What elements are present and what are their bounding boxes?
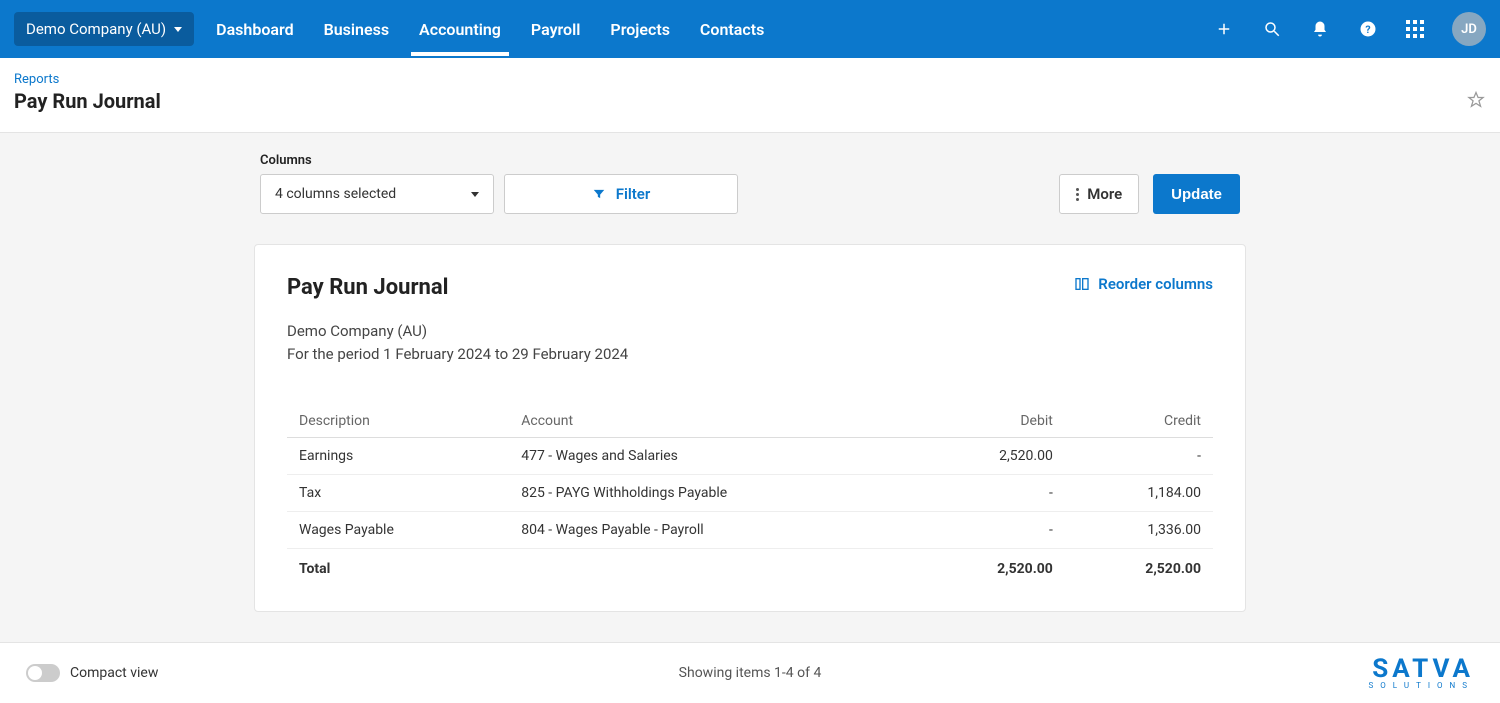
brand-main: SATVA bbox=[1369, 656, 1474, 682]
col-credit: Credit bbox=[1065, 405, 1213, 438]
controls-row: Columns 4 columns selected Filter More U… bbox=[260, 153, 1240, 214]
page-head: Reports Pay Run Journal bbox=[0, 58, 1500, 133]
report-area: Columns 4 columns selected Filter More U… bbox=[0, 133, 1500, 643]
caret-down-icon bbox=[174, 27, 182, 32]
brand-logo: SATVA SOLUTIONS bbox=[1369, 656, 1474, 690]
filter-button[interactable]: Filter bbox=[504, 174, 738, 214]
org-name: Demo Company (AU) bbox=[26, 20, 166, 38]
caret-down-icon bbox=[471, 192, 479, 197]
table-row[interactable]: Tax 825 - PAYG Withholdings Payable - 1,… bbox=[287, 475, 1213, 512]
filter-label: Filter bbox=[616, 185, 651, 203]
more-label: More bbox=[1087, 185, 1122, 203]
help-icon[interactable]: ? bbox=[1358, 19, 1378, 39]
compact-toggle[interactable] bbox=[26, 664, 60, 682]
table-row[interactable]: Wages Payable 804 - Wages Payable - Payr… bbox=[287, 512, 1213, 549]
search-icon[interactable] bbox=[1262, 19, 1282, 39]
nav-accounting[interactable]: Accounting bbox=[419, 2, 501, 57]
more-icon bbox=[1076, 188, 1079, 201]
showing-text: Showing items 1-4 of 4 bbox=[679, 665, 822, 681]
brand-sub: SOLUTIONS bbox=[1369, 682, 1474, 690]
bell-icon[interactable] bbox=[1310, 19, 1330, 39]
nav-payroll[interactable]: Payroll bbox=[531, 2, 581, 57]
svg-text:?: ? bbox=[1365, 23, 1370, 36]
top-nav: Demo Company (AU) Dashboard Business Acc… bbox=[0, 0, 1500, 58]
nav-business[interactable]: Business bbox=[324, 2, 389, 57]
plus-icon[interactable] bbox=[1214, 19, 1234, 39]
page-title: Pay Run Journal bbox=[14, 89, 161, 113]
update-button[interactable]: Update bbox=[1153, 174, 1240, 214]
columns-icon bbox=[1074, 276, 1090, 292]
table-total-row: Total 2,520.00 2,520.00 bbox=[287, 549, 1213, 588]
columns-value: 4 columns selected bbox=[275, 186, 396, 202]
report-card: Pay Run Journal Reorder columns Demo Com… bbox=[254, 244, 1246, 612]
nav-right: ? JD bbox=[1214, 12, 1486, 46]
report-company: Demo Company (AU) bbox=[287, 320, 1213, 343]
avatar[interactable]: JD bbox=[1452, 12, 1486, 46]
columns-select[interactable]: 4 columns selected bbox=[260, 174, 494, 214]
footer: Compact view Showing items 1-4 of 4 SATV… bbox=[0, 643, 1500, 703]
compact-label: Compact view bbox=[70, 665, 158, 681]
columns-label: Columns bbox=[260, 153, 494, 168]
nav-dashboard[interactable]: Dashboard bbox=[216, 2, 293, 57]
nav-projects[interactable]: Projects bbox=[610, 2, 670, 57]
breadcrumb[interactable]: Reports bbox=[14, 72, 161, 87]
col-description: Description bbox=[287, 405, 509, 438]
report-period: For the period 1 February 2024 to 29 Feb… bbox=[287, 343, 1213, 366]
report-title: Pay Run Journal bbox=[287, 275, 448, 300]
nav-links: Dashboard Business Accounting Payroll Pr… bbox=[216, 2, 764, 57]
col-debit: Debit bbox=[917, 405, 1065, 438]
more-button[interactable]: More bbox=[1059, 174, 1139, 214]
reorder-label: Reorder columns bbox=[1098, 275, 1213, 293]
report-table: Description Account Debit Credit Earning… bbox=[287, 405, 1213, 587]
reorder-columns-link[interactable]: Reorder columns bbox=[1074, 275, 1213, 293]
filter-icon bbox=[592, 187, 606, 201]
favorite-icon[interactable] bbox=[1466, 90, 1486, 114]
nav-contacts[interactable]: Contacts bbox=[700, 2, 764, 57]
col-account: Account bbox=[509, 405, 916, 438]
org-switcher[interactable]: Demo Company (AU) bbox=[14, 12, 194, 46]
apps-icon[interactable] bbox=[1406, 20, 1424, 38]
table-row[interactable]: Earnings 477 - Wages and Salaries 2,520.… bbox=[287, 438, 1213, 475]
